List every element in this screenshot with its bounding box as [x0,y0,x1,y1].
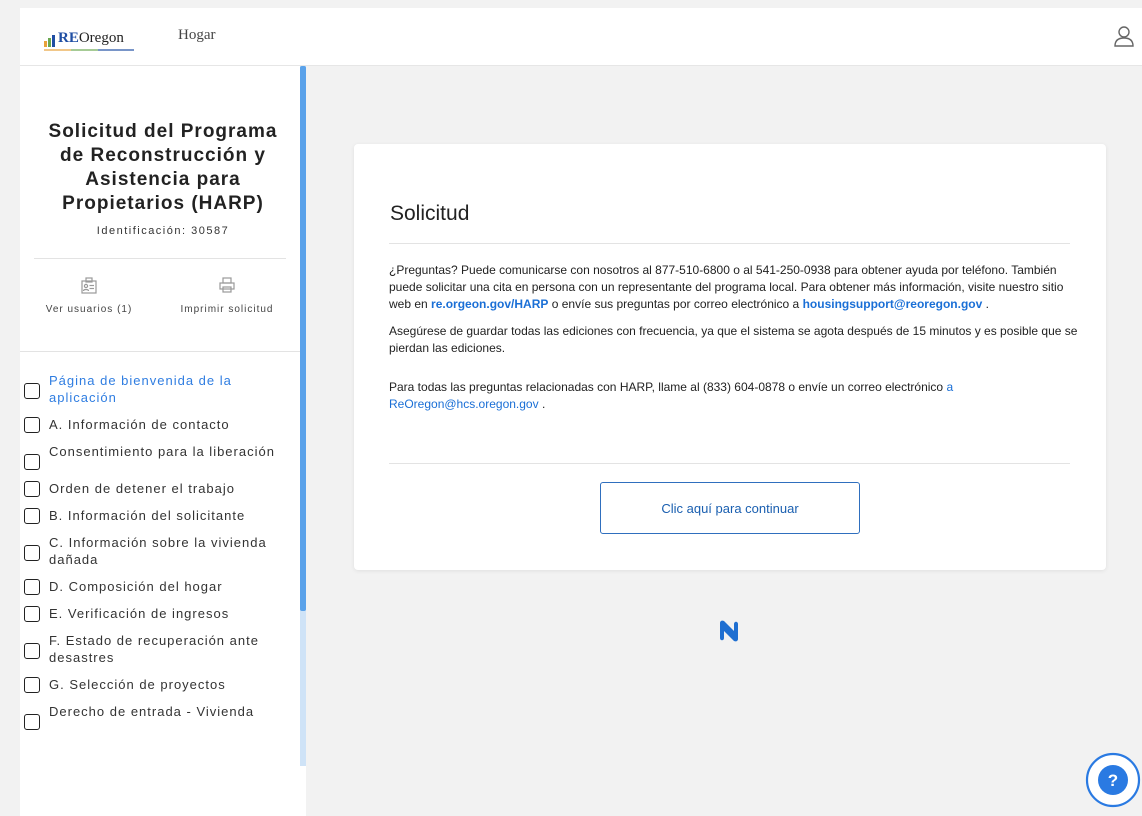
save-warning-paragraph: Asegúrese de guardar todas las ediciones… [389,324,1078,355]
sidebar-divider [20,351,300,352]
card-divider [389,463,1070,464]
checklist-item-label: G. Selección de proyectos [49,677,226,692]
help-button-label: ? [1108,771,1118,790]
checkbox[interactable] [24,714,40,730]
help-button[interactable]: ? [1085,752,1141,808]
checklist-item-label: F. Estado de recuperación ante desastres [49,633,259,665]
nav-home-link[interactable]: Hogar [178,27,216,44]
checklist-item-contact-info[interactable]: A. Información de contacto [24,416,294,433]
checklist-item-label: Orden de detener el trabajo [49,481,235,496]
sidebar-scrollbar-thumb[interactable] [300,66,306,611]
checklist-item-label: A. Información de contacto [49,417,230,432]
checkbox[interactable] [24,508,40,524]
checkbox[interactable] [24,481,40,497]
top-bar: RE Oregon Hogar [20,8,1142,66]
application-title: Solicitud del Programa de Reconstrucción… [48,121,278,214]
checklist-item-stop-work[interactable]: Orden de detener el trabajo [24,480,294,497]
checkbox[interactable] [24,606,40,622]
sidebar-scrollbar[interactable] [300,66,306,766]
logo-oregon-text: Oregon [78,30,124,46]
users-icon [81,277,97,294]
checklist-item-consent[interactable]: Consentimiento para la liberación [24,443,294,470]
continue-button[interactable]: Clic aquí para continuar [600,482,860,534]
checklist-item-label: B. Información del solicitante [49,508,246,523]
user-icon[interactable] [1112,24,1136,48]
n-logo-icon [720,620,738,642]
checklist-item-label: C. Información sobre la vivienda dañada [49,535,267,567]
checklist-item-household[interactable]: D. Composición del hogar [24,578,294,595]
harp-questions-end: . [541,397,546,411]
checklist-item-label: Consentimiento para la liberación [49,444,275,459]
checklist-item-label: D. Composición del hogar [49,579,223,594]
checkbox[interactable] [24,677,40,693]
checkbox[interactable] [24,417,40,433]
contact-text-mid: o envíe sus preguntas por correo electró… [551,297,800,311]
checklist-item-label: Página de bienvenida de la aplicación [49,373,232,405]
checkbox[interactable] [24,579,40,595]
checkbox[interactable] [24,545,40,561]
section-checklist: Página de bienvenida de la aplicación A.… [24,372,294,766]
view-users-button[interactable]: Ver usuarios (1) [24,276,154,315]
checklist-item-damaged-home[interactable]: C. Información sobre la vivienda dañada [24,534,294,568]
reoregon-logo[interactable]: RE Oregon [44,30,134,51]
card-body: ¿Preguntas? Puede comunicarse con nosotr… [389,262,1079,423]
card-divider [389,243,1070,244]
logo-bars-icon [44,35,56,47]
checklist-item-welcome[interactable]: Página de bienvenida de la aplicación [24,372,294,406]
printer-icon [219,277,235,293]
checklist-item-recovery-status[interactable]: F. Estado de recuperación ante desastres [24,632,294,666]
checklist-item-label: E. Verificación de ingresos [49,606,230,621]
application-id: Identificación: 30587 [96,225,230,237]
contact-paragraph: ¿Preguntas? Puede comunicarse con nosotr… [389,262,1079,313]
logo-re-text: RE [58,30,79,46]
logo-tagline-bar [44,49,134,51]
harp-website-link[interactable]: re.orgeon.gov/HARP [431,297,548,311]
checkbox[interactable] [24,383,40,399]
checklist-item-label: Derecho de entrada - Vivienda [49,704,255,719]
harp-questions-text: Para todas las preguntas relacionadas co… [389,380,944,394]
sidebar-divider [34,258,286,259]
card-title: Solicitud [390,202,470,225]
harp-questions-paragraph: Para todas las preguntas relacionadas co… [389,379,1079,413]
checklist-item-income[interactable]: E. Verificación de ingresos [24,605,294,622]
view-users-label: Ver usuarios (1) [45,304,133,315]
checkbox[interactable] [24,454,40,470]
sidebar: Solicitud del Programa de Reconstrucción… [20,66,306,816]
checklist-item-right-of-entry[interactable]: Derecho de entrada - Vivienda [24,703,294,730]
checklist-item-applicant-info[interactable]: B. Información del solicitante [24,507,294,524]
checklist-item-project-selection[interactable]: G. Selección de proyectos [24,676,294,693]
housing-support-email-link[interactable]: housingsupport@reoregon.gov [803,297,983,311]
print-application-button[interactable]: Imprimir solicitud [162,276,292,315]
print-application-label: Imprimir solicitud [180,304,274,315]
checkbox[interactable] [24,643,40,659]
application-card: Solicitud ¿Preguntas? Puede comunicarse … [354,144,1106,570]
contact-text-end: . [985,297,989,311]
